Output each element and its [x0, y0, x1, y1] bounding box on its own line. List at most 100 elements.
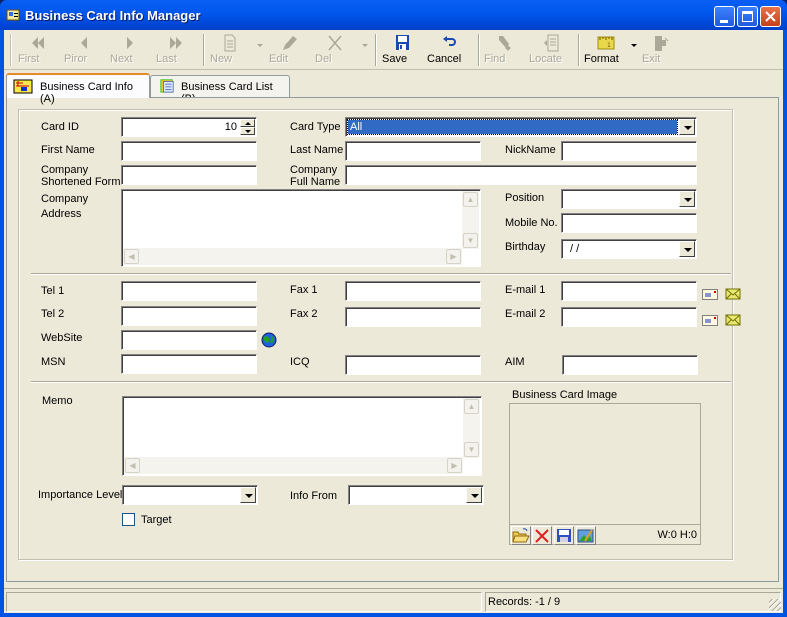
first-name-field[interactable] — [121, 141, 257, 161]
website-input[interactable] — [122, 331, 256, 349]
mobile-field[interactable] — [561, 213, 697, 233]
msn-field[interactable] — [121, 354, 257, 374]
horizontal-scrollbar[interactable]: ◀ ▶ — [124, 457, 463, 474]
chevron-down-icon[interactable] — [679, 241, 695, 257]
scroll-left-icon[interactable]: ◀ — [125, 458, 140, 473]
cancel-button[interactable]: Cancel — [427, 32, 471, 68]
birthday-label: Birthday — [505, 241, 546, 253]
format-button[interactable]: 1 Format — [584, 32, 628, 68]
tel1-field[interactable] — [121, 281, 257, 301]
vertical-scrollbar[interactable]: ▲ ▼ — [463, 398, 480, 458]
email-card-icon[interactable] — [702, 314, 718, 328]
send-mail-icon[interactable] — [725, 287, 741, 301]
save-image-button[interactable] — [554, 526, 574, 545]
scroll-down-icon[interactable]: ▼ — [464, 442, 479, 457]
info-from-select[interactable] — [348, 485, 484, 505]
business-card-image[interactable]: W:0 H:0 — [509, 403, 701, 545]
chevron-down-icon[interactable] — [679, 119, 695, 135]
email-card-icon[interactable] — [702, 288, 718, 302]
tab-business-card-info[interactable]: Business Card Info (A) — [6, 73, 150, 105]
tel1-input[interactable] — [122, 282, 256, 300]
resize-grip[interactable] — [769, 599, 781, 611]
scroll-up-icon[interactable]: ▲ — [463, 192, 478, 207]
toolbar-grip[interactable] — [10, 34, 12, 66]
chevron-down-icon[interactable] — [466, 487, 482, 503]
maximize-button[interactable] — [737, 6, 758, 27]
tel2-input[interactable] — [122, 307, 256, 325]
memo-label: Memo — [42, 395, 73, 407]
company-full-input[interactable] — [346, 166, 696, 184]
email2-input[interactable] — [562, 308, 696, 326]
new-button[interactable]: New — [210, 32, 250, 68]
chevron-down-icon[interactable] — [679, 191, 695, 207]
company-full-field[interactable] — [345, 165, 697, 185]
card-id-input[interactable] — [122, 118, 256, 136]
close-button[interactable] — [760, 6, 781, 27]
card-id-stepper[interactable] — [121, 117, 257, 137]
del-button[interactable]: Del — [315, 32, 355, 68]
nickname-input[interactable] — [562, 142, 696, 160]
delete-image-button[interactable] — [532, 526, 552, 545]
scroll-left-icon[interactable]: ◀ — [124, 249, 139, 264]
del-dropdown-arrow[interactable] — [362, 44, 368, 47]
card-type-select[interactable]: All — [345, 117, 697, 137]
new-dropdown-arrow[interactable] — [257, 44, 263, 47]
scroll-right-icon[interactable]: ▶ — [447, 458, 462, 473]
first-name-input[interactable] — [122, 142, 256, 160]
icq-field[interactable] — [345, 355, 481, 375]
prior-button[interactable]: Piror — [64, 32, 104, 68]
aim-input[interactable] — [563, 356, 697, 374]
title-bar[interactable]: Business Card Info Manager — [0, 0, 787, 30]
next-button[interactable]: Next — [110, 32, 150, 68]
last-button[interactable]: Last — [156, 32, 196, 68]
save-button[interactable]: Save — [382, 32, 422, 68]
fax1-input[interactable] — [346, 282, 480, 300]
spin-up-button[interactable] — [240, 119, 255, 127]
minimize-button[interactable] — [714, 6, 735, 27]
exit-button[interactable]: Exit — [642, 32, 678, 68]
company-short-input[interactable] — [122, 166, 256, 184]
globe-icon[interactable] — [261, 332, 277, 348]
website-field[interactable] — [121, 330, 257, 350]
memo-textarea[interactable]: ▲ ▼ ◀ ▶ — [122, 396, 482, 476]
company-short-field[interactable] — [121, 165, 257, 185]
locate-button[interactable]: Locate — [529, 32, 573, 68]
chevron-down-icon[interactable] — [240, 487, 256, 503]
send-mail-icon[interactable] — [725, 313, 741, 327]
icq-input[interactable] — [346, 356, 480, 374]
msn-input[interactable] — [122, 355, 256, 373]
card-id-spin[interactable] — [240, 119, 255, 135]
target-checkbox[interactable] — [122, 513, 135, 526]
position-select[interactable] — [561, 189, 697, 209]
fax2-field[interactable] — [345, 307, 481, 327]
scroll-right-icon[interactable]: ▶ — [446, 249, 461, 264]
mobile-label: Mobile No. — [505, 217, 558, 229]
vertical-scrollbar[interactable]: ▲ ▼ — [462, 191, 479, 249]
format-label: Format — [584, 53, 619, 65]
last-name-field[interactable] — [345, 141, 481, 161]
first-button[interactable]: First — [18, 32, 58, 68]
aim-field[interactable] — [562, 355, 698, 375]
mobile-input[interactable] — [562, 214, 696, 232]
edit-image-button[interactable] — [576, 526, 596, 545]
email1-input[interactable] — [562, 282, 696, 300]
horizontal-scrollbar[interactable]: ◀ ▶ — [123, 248, 462, 265]
tel2-field[interactable] — [121, 306, 257, 326]
find-button[interactable]: Find — [484, 32, 524, 68]
format-dropdown-arrow[interactable] — [631, 44, 637, 47]
open-image-button[interactable] — [511, 526, 531, 545]
last-name-input[interactable] — [346, 142, 480, 160]
tab-business-card-list[interactable]: Business Card List (B) — [150, 75, 290, 105]
email2-field[interactable] — [561, 307, 697, 327]
edit-button[interactable]: Edit — [269, 32, 309, 68]
fax2-input[interactable] — [346, 308, 480, 326]
spin-down-button[interactable] — [240, 127, 255, 135]
email1-field[interactable] — [561, 281, 697, 301]
company-address-textarea[interactable]: ▲ ▼ ◀ ▶ — [121, 189, 481, 267]
birthday-picker[interactable]: / / — [561, 239, 697, 259]
fax1-field[interactable] — [345, 281, 481, 301]
importance-select[interactable] — [122, 485, 258, 505]
scroll-up-icon[interactable]: ▲ — [464, 399, 479, 414]
nickname-field[interactable] — [561, 141, 697, 161]
scroll-down-icon[interactable]: ▼ — [463, 233, 478, 248]
